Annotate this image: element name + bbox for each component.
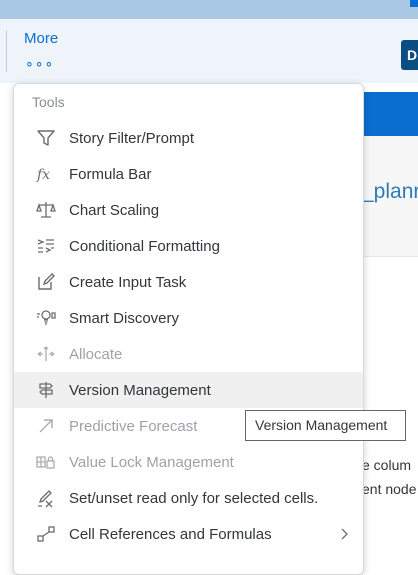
menu-item-chart-scaling[interactable]: Chart Scaling (14, 192, 363, 228)
menu-item-story-filter[interactable]: Story Filter/Prompt (14, 120, 363, 156)
app-header-strip (0, 0, 418, 19)
menu-item-label: Create Input Task (69, 273, 187, 291)
pencil-slash-icon (34, 486, 58, 510)
menu-section-header: Tools (32, 94, 65, 110)
menu-item-label: Version Management (69, 381, 211, 399)
menu-item-cell-references[interactable]: Cell References and Formulas (14, 516, 363, 552)
menu-item-label: Predictive Forecast (69, 417, 198, 435)
menu-item-label: Chart Scaling (69, 201, 160, 219)
cell-reference-icon (34, 522, 58, 546)
menu-item-formula-bar[interactable]: fx Formula Bar (14, 156, 363, 192)
more-icon[interactable]: ∘∘∘ (25, 55, 54, 72)
menu-item-version-management[interactable]: Version Management (14, 372, 363, 408)
menu-item-label: Story Filter/Prompt (69, 129, 195, 147)
menu-item-value-lock-management: Value Lock Management (14, 444, 363, 480)
value-lock-icon (34, 450, 58, 474)
header-accent (410, 0, 418, 7)
widget-text-line: e colum (362, 457, 412, 473)
widget-text-line: ent node (362, 481, 417, 497)
chevron-right-icon (337, 525, 351, 543)
toolbar-action-button[interactable]: D (401, 40, 418, 70)
toolbar-divider (6, 30, 7, 72)
menu-item-smart-discovery[interactable]: Smart Discovery (14, 300, 363, 336)
menu-item-label: Allocate (69, 345, 123, 363)
svg-text:fx: fx (36, 167, 50, 183)
signpost-icon (34, 378, 58, 402)
menu-item-label: Conditional Formatting (69, 237, 220, 255)
menu-item-label: Cell References and Formulas (69, 525, 272, 543)
menu-item-label: Formula Bar (69, 165, 152, 183)
arrow-up-right-icon (34, 414, 58, 438)
allocate-icon (34, 342, 58, 366)
menu-item-allocate: Allocate (14, 336, 363, 372)
tooltip: Version Management (245, 410, 406, 441)
menu-item-create-input-task[interactable]: Create Input Task (14, 264, 363, 300)
fx-icon: fx (34, 162, 58, 186)
more-button-label[interactable]: More (24, 30, 58, 47)
scale-icon (34, 198, 58, 222)
menu-item-conditional-formatting[interactable]: Conditional Formatting (14, 228, 363, 264)
tools-menu: Tools Story Filter/Prompt fx Formula Bar… (13, 83, 364, 575)
menu-item-label: Set/unset read only for selected cells. (69, 489, 319, 507)
filter-icon (34, 126, 58, 150)
widget-title: _planr (362, 180, 418, 203)
menu-item-label: Value Lock Management (69, 453, 234, 471)
toolbar (0, 19, 418, 83)
edit-icon (34, 270, 58, 294)
conditional-format-icon (34, 234, 58, 258)
menu-item-set-read-only[interactable]: Set/unset read only for selected cells. (14, 480, 363, 516)
lightbulb-icon (34, 306, 58, 330)
menu-item-label: Smart Discovery (69, 309, 180, 327)
